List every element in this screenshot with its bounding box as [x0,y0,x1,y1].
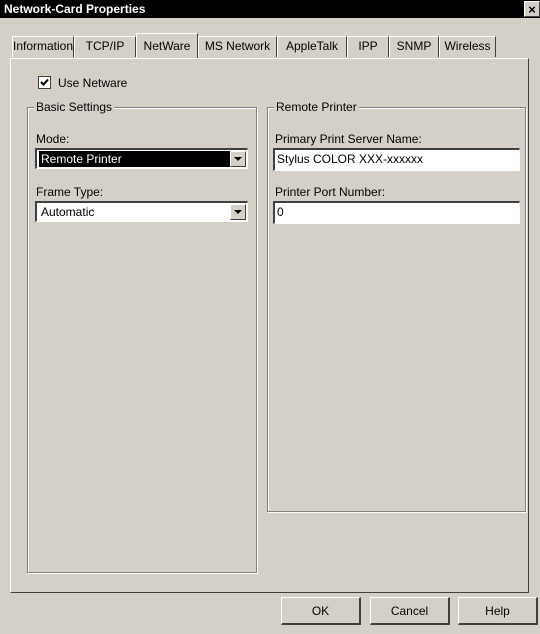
port-number-label: Printer Port Number: [275,185,386,199]
close-icon: × [528,2,536,17]
mode-label: Mode: [36,132,70,146]
window-title: Network-Card Properties [4,2,146,16]
chevron-down-icon [234,210,242,214]
basic-settings-title: Basic Settings [34,100,115,114]
tab-tcpip[interactable]: TCP/IP [74,36,136,57]
use-netware-checkbox[interactable] [38,76,51,89]
ok-button[interactable]: OK [281,597,361,625]
properties-dialog: Network-Card Properties × Information TC… [0,0,540,634]
help-button[interactable]: Help [458,597,538,625]
tab-information[interactable]: Information [12,36,74,57]
tab-ipp[interactable]: IPP [347,36,389,57]
checkmark-icon [40,78,49,86]
server-name-label: Primary Print Server Name: [275,132,422,146]
server-name-value: Stylus COLOR XXX-xxxxxx [277,152,424,166]
title-bar[interactable]: Network-Card Properties × [0,0,540,18]
frame-type-dropdown-button[interactable] [230,204,246,220]
remote-printer-title: Remote Printer [274,100,359,114]
use-netware-label: Use Netware [58,76,128,90]
mode-select[interactable]: Remote Printer [35,148,248,169]
remote-printer-group: Remote Printer Primary Print Server Name… [267,100,526,512]
mode-selected-value: Remote Printer [39,151,230,167]
tab-ms-network[interactable]: MS Network [198,36,277,57]
port-number-value: 0 [277,205,284,219]
frame-type-select[interactable]: Automatic [35,201,248,222]
frame-type-selected-value: Automatic [41,205,95,219]
basic-settings-group: Basic Settings Mode: Remote Printer Fram… [27,100,257,573]
server-name-input[interactable]: Stylus COLOR XXX-xxxxxx [273,148,520,171]
tab-snmp[interactable]: SNMP [389,36,439,57]
cancel-button[interactable]: Cancel [370,597,450,625]
tab-wireless[interactable]: Wireless [439,36,496,57]
frame-type-label: Frame Type: [36,185,104,199]
close-button[interactable]: × [524,1,540,17]
netware-panel: Use Netware Basic Settings Mode: Remote … [10,58,529,593]
mode-dropdown-button[interactable] [230,151,246,167]
chevron-down-icon [234,157,242,161]
tab-appletalk[interactable]: AppleTalk [277,36,347,57]
tab-netware[interactable]: NetWare [136,33,198,58]
port-number-input[interactable]: 0 [273,201,520,224]
